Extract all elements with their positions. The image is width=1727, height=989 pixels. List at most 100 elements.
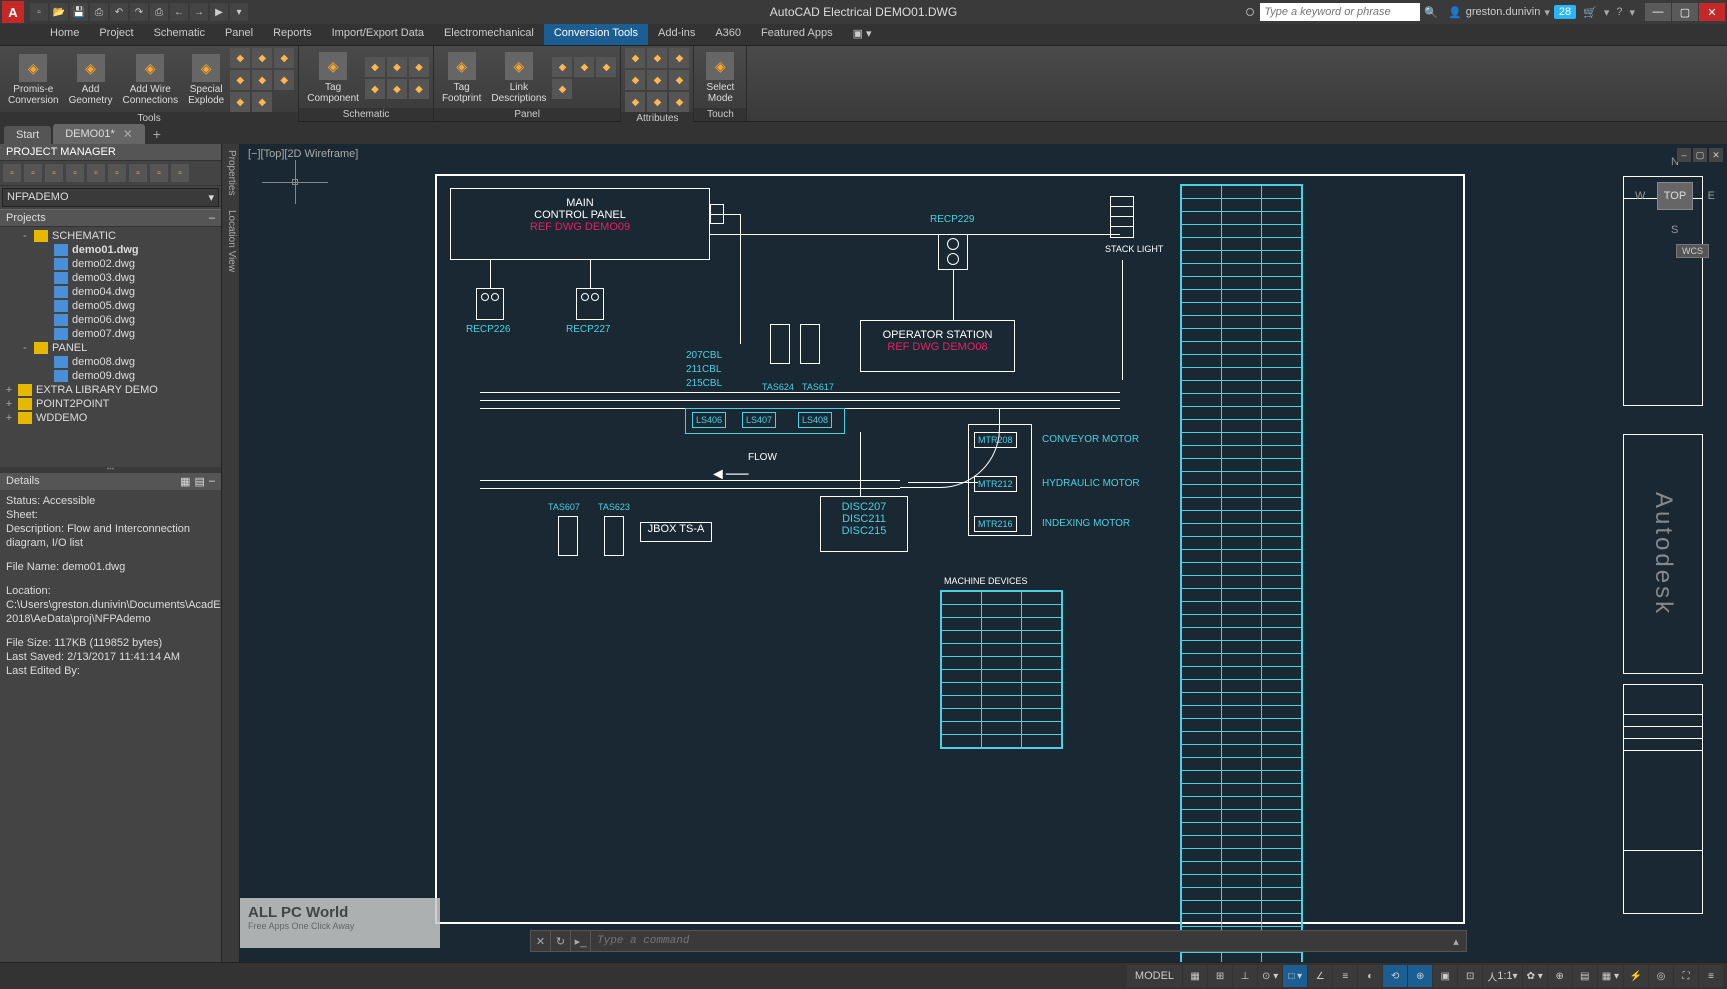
qat-redo-button[interactable]: ↷	[130, 3, 148, 21]
pm-settings-button[interactable]: ▫	[150, 164, 168, 182]
small-tool-0[interactable]: ◆	[552, 57, 572, 77]
cleanscreen-button[interactable]: ⛶	[1674, 965, 1698, 987]
model-space-button[interactable]: MODEL	[1127, 965, 1182, 987]
collapse-icon[interactable]: –	[209, 212, 215, 224]
tag-component-button[interactable]: ◈TagComponent	[303, 50, 363, 106]
ribbon-tab-conversion-tools[interactable]: Conversion Tools	[544, 24, 648, 45]
nav-west[interactable]: W	[1635, 190, 1645, 202]
anno-scale-btn[interactable]: 人 1:1 ▾	[1483, 965, 1521, 987]
tree-item-demo07dwg[interactable]: demo07.dwg	[0, 327, 221, 341]
qat-open-button[interactable]: 📂	[50, 3, 68, 21]
ribbon-tab-project[interactable]: Project	[89, 24, 143, 45]
project-tree[interactable]: -SCHEMATICdemo01.dwgdemo02.dwgdemo03.dwg…	[0, 227, 221, 467]
pm-drawing-button[interactable]: ▫	[129, 164, 147, 182]
qat-save-button[interactable]: 💾	[70, 3, 88, 21]
qat-back-button[interactable]: ←	[170, 3, 188, 21]
search-icon[interactable]: 🔍	[1424, 6, 1438, 19]
vp-max-button[interactable]: ▢	[1693, 148, 1707, 162]
tree-item-demo02dwg[interactable]: demo02.dwg	[0, 257, 221, 271]
small-tool-5[interactable]: ◆	[409, 79, 429, 99]
small-tool-3[interactable]: ◆	[552, 79, 572, 99]
tree-item-demo05dwg[interactable]: demo05.dwg	[0, 299, 221, 313]
sc-button[interactable]: ⊡	[1458, 965, 1482, 987]
help-icon[interactable]: ?	[1616, 6, 1622, 18]
properties-palette-tab[interactable]: Properties	[222, 144, 240, 204]
ribbon-tab-a-[interactable]: A360	[705, 24, 751, 45]
small-tool-3[interactable]: ◆	[230, 70, 250, 90]
small-tool-2[interactable]: ◆	[596, 57, 616, 77]
close-button[interactable]: ✕	[1699, 3, 1725, 21]
tree-item-point2point[interactable]: +POINT2POINT	[0, 397, 221, 411]
nav-face-top[interactable]: TOP	[1657, 182, 1693, 210]
tree-item-demo03dwg[interactable]: demo03.dwg	[0, 271, 221, 285]
ribbon-tab-home[interactable]: Home	[40, 24, 89, 45]
cycling-button[interactable]: ⟲	[1383, 965, 1407, 987]
small-tool-1[interactable]: ◆	[574, 57, 594, 77]
infocenter-icon[interactable]	[1246, 8, 1254, 16]
new-tab-button[interactable]: +	[147, 124, 167, 144]
promise-conv-button[interactable]: ◈Promis-eConversion	[4, 52, 63, 108]
add-geom-button[interactable]: ◈AddGeometry	[65, 52, 117, 108]
units-button[interactable]: ▤	[1573, 965, 1597, 987]
workspace-button[interactable]: ✿ ▾	[1523, 965, 1547, 987]
snap-button[interactable]: ⊞	[1208, 965, 1232, 987]
select-mode-button[interactable]: ◈SelectMode	[698, 50, 742, 106]
drawing-canvas[interactable]: – ▢ ✕ [−][Top][2D Wireframe] MAIN CONTRO…	[240, 144, 1727, 962]
small-tool-3[interactable]: ◆	[625, 70, 645, 90]
small-tool-8[interactable]: ◆	[669, 92, 689, 112]
app-logo[interactable]: A	[2, 1, 24, 23]
tree-item-panel[interactable]: -PANEL	[0, 341, 221, 355]
location-view-tab[interactable]: Location View	[222, 204, 240, 962]
details-collapse-icon[interactable]: –	[209, 475, 215, 488]
small-tool-0[interactable]: ◆	[625, 48, 645, 68]
small-tool-2[interactable]: ◆	[669, 48, 689, 68]
cmd-close-icon[interactable]: ✕	[531, 931, 551, 951]
ribbon-tab-import-export-data[interactable]: Import/Export Data	[322, 24, 434, 45]
command-input[interactable]	[591, 935, 1446, 947]
transparency-button[interactable]: ◐	[1358, 965, 1382, 987]
qat-undo-button[interactable]: ↶	[110, 3, 128, 21]
qat-plot-button[interactable]: ⎙	[150, 3, 168, 21]
minimize-button[interactable]: —	[1645, 3, 1671, 21]
tree-item-demo01dwg[interactable]: demo01.dwg	[0, 243, 221, 257]
add-wire-button[interactable]: ◈Add WireConnections	[119, 52, 183, 108]
view-cube[interactable]: N S W E TOP	[1635, 156, 1715, 236]
signin-icon[interactable]: 👤	[1448, 6, 1462, 19]
wcs-badge[interactable]: WCS	[1676, 244, 1709, 258]
tree-item-demo04dwg[interactable]: demo04.dwg	[0, 285, 221, 299]
vp-close-button[interactable]: ✕	[1709, 148, 1723, 162]
nav-south[interactable]: S	[1671, 224, 1678, 236]
pm-help-button[interactable]: ▫	[171, 164, 189, 182]
qview-button[interactable]: ▦ ▾	[1598, 965, 1623, 987]
lweight-button[interactable]: ≡	[1333, 965, 1357, 987]
pm-save-button[interactable]: ▫	[108, 164, 126, 182]
small-tool-7[interactable]: ◆	[647, 92, 667, 112]
small-tool-4[interactable]: ◆	[252, 70, 272, 90]
small-tool-5[interactable]: ◆	[669, 70, 689, 90]
ribbon-tab-reports[interactable]: Reports	[263, 24, 322, 45]
vp-min-button[interactable]: –	[1677, 148, 1691, 162]
ribbon-minimize-button[interactable]: ▣ ▾	[843, 24, 882, 45]
tree-item-demo08dwg[interactable]: demo08.dwg	[0, 355, 221, 369]
details-header[interactable]: Details ▦▤–	[0, 473, 221, 490]
pm-refresh-button[interactable]: ▫	[24, 164, 42, 182]
qat-new-button[interactable]: ▫	[30, 3, 48, 21]
polar-button[interactable]: ⊙ ▾	[1258, 965, 1282, 987]
small-tool-7[interactable]: ◆	[252, 92, 272, 112]
details-view-icon[interactable]: ▦	[180, 475, 190, 488]
maximize-button[interactable]: ▢	[1672, 3, 1698, 21]
pm-prev-button[interactable]: ▫	[45, 164, 63, 182]
tree-item-demo09dwg[interactable]: demo09.dwg	[0, 369, 221, 383]
small-tool-0[interactable]: ◆	[230, 48, 250, 68]
small-tool-4[interactable]: ◆	[647, 70, 667, 90]
link-desc-button[interactable]: ◈LinkDescriptions	[487, 50, 550, 106]
small-tool-6[interactable]: ◆	[230, 92, 250, 112]
ribbon-tab-schematic[interactable]: Schematic	[144, 24, 215, 45]
qprops-button[interactable]: ▣	[1433, 965, 1457, 987]
osnap-button[interactable]: □ ▾	[1283, 965, 1307, 987]
pm-copy-button[interactable]: ▫	[87, 164, 105, 182]
tree-item-demo06dwg[interactable]: demo06.dwg	[0, 313, 221, 327]
notification-count[interactable]: 28	[1554, 5, 1576, 19]
small-tool-3[interactable]: ◆	[365, 79, 385, 99]
cmd-up-icon[interactable]: ▴	[1446, 931, 1466, 951]
